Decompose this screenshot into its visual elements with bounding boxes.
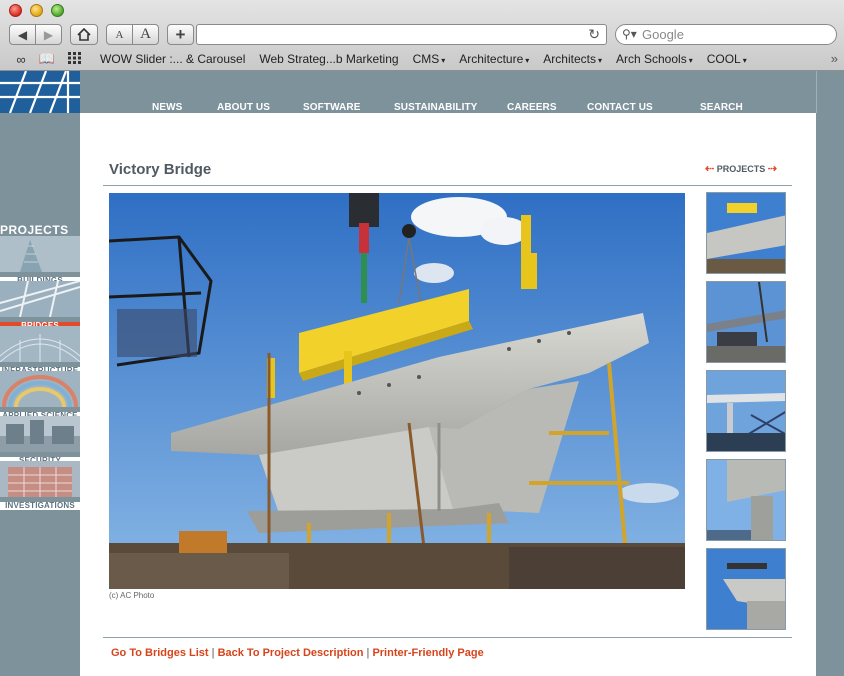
bookmark-folder[interactable]: COOL ▾ xyxy=(707,52,747,66)
font-smaller-button[interactable]: A xyxy=(106,24,133,45)
project-thumbnail[interactable] xyxy=(706,459,786,541)
buildings-thumbnail xyxy=(0,236,80,272)
right-arrow-icon: ⇢ xyxy=(767,163,777,175)
divider xyxy=(103,185,792,186)
infrastructure-thumbnail xyxy=(0,326,81,363)
nav-careers[interactable]: CAREERS xyxy=(507,102,557,113)
bookmark-folder-label: CMS xyxy=(412,52,440,66)
nav-search[interactable]: SEARCH xyxy=(700,102,743,113)
forward-arrow-icon: ▶ xyxy=(43,27,54,42)
projects-link-label: PROJECTS xyxy=(716,164,766,174)
top-sites-grid-icon[interactable] xyxy=(64,51,86,67)
link-separator: | xyxy=(211,647,215,659)
sidebar-item-buildings[interactable]: BUILDINGS xyxy=(0,236,80,285)
nav-about-us[interactable]: ABOUT US xyxy=(217,102,270,113)
dropdown-caret-icon: ▾ xyxy=(742,56,747,65)
project-description-link[interactable]: Back To Project Description xyxy=(218,647,364,659)
page-title: Victory Bridge xyxy=(109,161,212,178)
bridges-list-link[interactable]: Go To Bridges List xyxy=(111,647,209,659)
security-thumbnail xyxy=(0,416,80,452)
dropdown-caret-icon: ▾ xyxy=(525,56,530,65)
bookmark-item[interactable]: Web Strateg...b Marketing xyxy=(259,52,398,66)
sidebar-item-label: INVESTIGATIONS xyxy=(0,502,80,510)
home-button[interactable] xyxy=(70,24,98,45)
bookmark-folder-label: Architects xyxy=(543,52,596,66)
bookmark-folder[interactable]: Arch Schools ▾ xyxy=(616,52,693,66)
search-input[interactable] xyxy=(642,25,832,44)
applied-science-thumbnail xyxy=(0,371,80,408)
nav-software[interactable]: SOFTWARE xyxy=(303,102,360,113)
add-bookmark-button[interactable]: + xyxy=(167,24,194,45)
sidebar-item-security[interactable]: SECURITY xyxy=(0,416,80,465)
printer-friendly-link[interactable]: Printer-Friendly Page xyxy=(372,647,483,659)
sidebar-item-investigations[interactable]: INVESTIGATIONS xyxy=(0,461,80,510)
bookmark-folder[interactable]: CMS ▾ xyxy=(413,52,446,66)
dropdown-caret-icon: ▾ xyxy=(688,56,693,65)
left-arrow-icon: ⇠ xyxy=(705,163,715,175)
address-bar[interactable]: ↻ xyxy=(196,24,607,45)
font-larger-button[interactable]: A xyxy=(132,24,159,45)
reading-list-icon[interactable]: ∞ xyxy=(10,52,32,67)
close-window-button[interactable] xyxy=(9,4,22,17)
bookmark-folder-label: Arch Schools xyxy=(616,52,687,66)
reload-icon[interactable]: ↻ xyxy=(588,26,600,43)
search-icon[interactable]: ⚲▾ xyxy=(622,27,637,41)
more-bookmarks-chevron-icon[interactable]: » xyxy=(831,51,838,66)
dropdown-caret-icon: ▾ xyxy=(441,56,446,65)
forward-button[interactable]: ▶ xyxy=(35,24,62,45)
project-thumbnail[interactable] xyxy=(706,548,786,630)
bookmark-folder[interactable]: Architecture ▾ xyxy=(459,52,529,66)
footer-links: Go To Bridges List | Back To Project Des… xyxy=(111,647,484,659)
minimize-window-button[interactable] xyxy=(30,4,43,17)
nav-news[interactable]: NEWS xyxy=(152,102,182,113)
bookmarks-book-icon[interactable]: 📖 xyxy=(36,51,58,67)
bookmark-folder-label: Architecture xyxy=(459,52,524,66)
photo-credit: (c) AC Photo xyxy=(109,591,155,600)
project-thumbnail[interactable] xyxy=(706,281,786,363)
project-thumbnail[interactable] xyxy=(706,370,786,452)
main-project-photo xyxy=(109,193,685,589)
top-right-bar xyxy=(816,71,844,113)
bookmark-item[interactable]: WOW Slider :... & Carousel xyxy=(100,52,245,66)
nav-sustainability[interactable]: SUSTAINABILITY xyxy=(394,102,477,113)
back-button[interactable]: ◀ xyxy=(9,24,36,45)
bookmarks-bar: ∞ 📖 WOW Slider :... & Carousel Web Strat… xyxy=(0,49,844,69)
main-nav: NEWS ABOUT US SOFTWARE SUSTAINABILITY CA… xyxy=(80,71,816,113)
projects-sidebar: PROJECTS BUILDINGS BRIDGES INFRASTRUCTUR… xyxy=(0,113,81,676)
company-logo[interactable] xyxy=(0,71,80,113)
link-separator: | xyxy=(366,647,370,659)
dropdown-caret-icon: ▾ xyxy=(597,56,602,65)
main-content: Victory Bridge ⇠ PROJECTS ⇢ (c) AC Photo… xyxy=(80,113,816,676)
browser-toolbar: ◀ ▶ A A + ↻ ⚲▾ ∞ 📖 WOW Slider :... & Car… xyxy=(0,0,844,71)
nav-contact-us[interactable]: CONTACT US xyxy=(587,102,653,113)
project-thumbnail[interactable] xyxy=(706,192,786,274)
sidebar-item-applied-science[interactable]: APPLIED SCIENCE xyxy=(0,371,80,420)
right-margin-bar xyxy=(816,113,844,676)
divider xyxy=(103,637,792,638)
sidebar-item-bridges[interactable]: BRIDGES xyxy=(0,280,81,330)
projects-link[interactable]: ⇠ PROJECTS ⇢ xyxy=(705,162,777,175)
back-arrow-icon: ◀ xyxy=(17,27,28,42)
sidebar-heading: PROJECTS xyxy=(0,223,69,237)
search-box[interactable]: ⚲▾ xyxy=(615,24,837,45)
bridges-thumbnail xyxy=(0,280,81,318)
investigations-thumbnail xyxy=(0,461,80,497)
bookmark-folder-label: COOL xyxy=(706,52,741,66)
bookmark-folder[interactable]: Architects ▾ xyxy=(543,52,602,66)
zoom-window-button[interactable] xyxy=(51,4,64,17)
sidebar-item-infrastructure[interactable]: INFRASTRUCTURE xyxy=(0,326,81,375)
home-icon xyxy=(77,28,91,41)
web-page: NEWS ABOUT US SOFTWARE SUSTAINABILITY CA… xyxy=(0,71,844,676)
